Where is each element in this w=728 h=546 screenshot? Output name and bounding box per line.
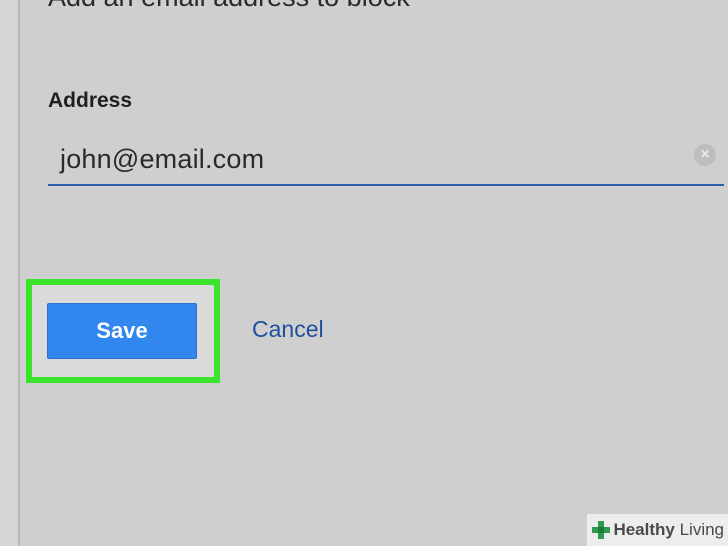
- save-highlight-box: Save: [26, 279, 220, 383]
- save-button[interactable]: Save: [47, 303, 197, 359]
- section-heading: Add an email address to block: [48, 0, 410, 13]
- watermark-brand-bold: Healthy: [613, 520, 675, 539]
- address-input-value[interactable]: john@email.com: [60, 144, 264, 175]
- watermark-text: Healthy Living: [613, 520, 724, 540]
- address-label: Address: [48, 89, 133, 112]
- watermark-brand-rest: Living: [674, 520, 724, 539]
- watermark: Healthy Living: [587, 514, 728, 546]
- cancel-link[interactable]: Cancel: [252, 316, 324, 343]
- cross-logo-icon: [592, 521, 611, 539]
- address-input[interactable]: john@email.com ×: [48, 134, 724, 186]
- clear-icon[interactable]: ×: [694, 144, 716, 166]
- page-left-border: [0, 0, 20, 546]
